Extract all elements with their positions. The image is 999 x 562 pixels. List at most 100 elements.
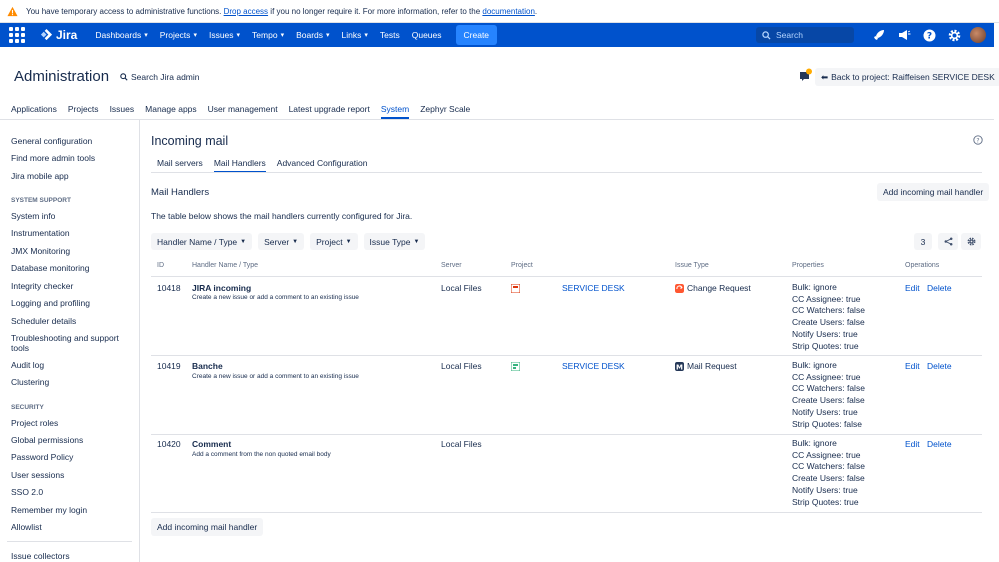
tab-user-management[interactable]: User management <box>208 104 278 119</box>
filter-issue-type[interactable]: Issue Type ▼ <box>363 233 426 250</box>
settings-icon[interactable] <box>945 26 963 44</box>
back-to-project-button[interactable]: ⬅ Back to project: Raiffeisen SERVICE DE… <box>815 68 999 86</box>
sidebar-item-project-roles[interactable]: Project roles <box>11 418 58 428</box>
tab-mail-handlers[interactable]: Mail Handlers <box>213 158 266 173</box>
tab-system[interactable]: System <box>380 104 410 119</box>
property-value: false <box>846 461 865 472</box>
tab-projects[interactable]: Projects <box>68 104 99 119</box>
sidebar-item-clustering[interactable]: Clustering <box>11 377 49 387</box>
feedback-icon[interactable] <box>799 68 813 82</box>
sidebar-item-logging-and-profiling[interactable]: Logging and profiling <box>11 298 90 308</box>
row-1-edit-link[interactable]: Edit <box>905 283 920 293</box>
table-settings-button[interactable] <box>961 233 981 250</box>
row-2-project-link[interactable]: SERVICE DESK <box>511 361 625 372</box>
chevron-down-icon: ▾ <box>193 32 197 39</box>
filter-project[interactable]: Project ▼ <box>310 233 358 250</box>
row-1-delete-link[interactable]: Delete <box>927 283 952 293</box>
search-jira-admin-link[interactable]: Search Jira admin <box>120 72 200 82</box>
property-line: Notify Users: true <box>792 407 865 419</box>
help-circle-icon[interactable]: ? <box>973 135 983 145</box>
announcement-icon[interactable] <box>895 26 913 44</box>
sidebar-item-audit-log[interactable]: Audit log <box>11 360 44 370</box>
row-divider <box>151 355 982 356</box>
nav-tempo[interactable]: Tempo ▾ <box>252 25 284 45</box>
search-input[interactable]: Search <box>756 27 854 43</box>
property-line: Create Users: false <box>792 395 865 407</box>
nav-issues[interactable]: Issues ▾ <box>209 25 240 45</box>
sidebar-item-scheduler-details[interactable]: Scheduler details <box>11 316 76 326</box>
property-key: Create Users: <box>792 395 845 406</box>
sidebar-item-troubleshooting-and-support-tools[interactable]: Troubleshooting and support tools <box>11 333 126 353</box>
app-switcher-icon[interactable] <box>9 27 25 43</box>
tab-applications[interactable]: Applications <box>11 104 57 119</box>
share-button[interactable] <box>938 233 958 250</box>
svg-text:M: M <box>676 364 683 372</box>
chevron-down-icon: ▾ <box>280 32 285 39</box>
property-key: Notify Users: <box>792 328 841 339</box>
sidebar-item-sso[interactable]: SSO 2.0 <box>11 487 43 497</box>
sidebar-item-general-configuration[interactable]: General configuration <box>11 136 92 146</box>
sidebar-item-global-permissions[interactable]: Global permissions <box>11 435 83 445</box>
column-header-properties: Properties <box>792 262 824 269</box>
tab-mail-servers[interactable]: Mail servers <box>157 158 203 173</box>
nav-queues[interactable]: Queues <box>412 25 442 45</box>
sidebar-item-password-policy[interactable]: Password Policy <box>11 452 73 462</box>
jira-logo[interactable]: Jira <box>40 28 77 42</box>
drop-access-link[interactable]: Drop access <box>224 7 268 16</box>
row-1-project-link[interactable]: SERVICE DESK <box>511 283 625 294</box>
banner-text-after: . <box>534 6 538 16</box>
share-icon <box>944 237 952 246</box>
property-value: ignore <box>813 360 837 370</box>
filter-handler-name-type[interactable]: Handler Name / Type ▼ <box>151 233 253 250</box>
nav-links-label: Links <box>341 30 362 40</box>
sidebar-item-issue-collectors[interactable]: Issue collectors <box>11 551 70 561</box>
nav-boards[interactable]: Boards ▾ <box>296 25 329 45</box>
add-incoming-mail-handler-bottom-button[interactable]: Add incoming mail handler <box>151 518 264 536</box>
sidebar-item-system-info[interactable]: System info <box>11 211 55 221</box>
property-value: ignore <box>813 282 837 292</box>
nav-tests[interactable]: Tests <box>380 25 400 45</box>
help-icon[interactable]: ? <box>920 26 938 44</box>
sidebar-item-user-sessions[interactable]: User sessions <box>11 470 64 480</box>
property-value: ignore <box>813 438 837 448</box>
property-key: Create Users: <box>792 473 845 484</box>
row-1-properties: Bulk: ignore CC Assignee: true CC Watche… <box>792 282 865 352</box>
sidebar-item-jira-mobile-app[interactable]: Jira mobile app <box>11 171 69 181</box>
nav-dashboards[interactable]: Dashboards ▾ <box>95 25 147 45</box>
documentation-link[interactable]: documentation <box>482 7 534 16</box>
row-3-delete-link[interactable]: Delete <box>927 439 952 449</box>
filter-issue-type-label: Issue Type <box>369 236 411 247</box>
back-to-project-label: Back to project: Raiffeisen SERVICE DESK <box>831 72 995 82</box>
row-3-properties: Bulk: ignore CC Assignee: true CC Watche… <box>792 438 865 508</box>
tab-advanced-configuration[interactable]: Advanced Configuration <box>277 158 368 173</box>
property-key: Bulk: <box>792 438 811 448</box>
sidebar-item-allowlist[interactable]: Allowlist <box>11 522 42 532</box>
filter-server[interactable]: Server ▼ <box>258 233 305 250</box>
row-2-issue-type-label: Mail Request <box>687 361 737 371</box>
sidebar-item-database-monitoring[interactable]: Database monitoring <box>11 263 89 273</box>
property-line: Create Users: false <box>792 473 865 485</box>
tab-manage-apps[interactable]: Manage apps <box>145 104 197 119</box>
row-3-edit-link[interactable]: Edit <box>905 439 920 449</box>
sidebar-item-instrumentation[interactable]: Instrumentation <box>11 228 70 238</box>
property-line: Notify Users: true <box>792 485 865 497</box>
tab-latest-upgrade-report[interactable]: Latest upgrade report <box>289 104 370 119</box>
sidebar-item-remember-my-login[interactable]: Remember my login <box>11 505 87 515</box>
tab-zephyr-scale[interactable]: Zephyr Scale <box>420 104 470 119</box>
user-avatar[interactable] <box>970 27 986 43</box>
nav-projects[interactable]: Projects ▾ <box>160 25 197 45</box>
sidebar-item-integrity-checker[interactable]: Integrity checker <box>11 281 73 291</box>
row-3-handler-type: Add a comment from the non quoted email … <box>192 451 331 458</box>
tab-issues[interactable]: Issues <box>110 104 135 119</box>
nav-links[interactable]: Links ▾ <box>342 25 368 45</box>
rocket-icon[interactable] <box>870 26 888 44</box>
sidebar-item-find-more-admin-tools[interactable]: Find more admin tools <box>11 153 95 163</box>
sidebar-item-jmx-monitoring[interactable]: JMX Monitoring <box>11 246 70 256</box>
nav-boards-label: Boards <box>296 30 324 40</box>
add-incoming-mail-handler-button[interactable]: Add incoming mail handler <box>877 183 990 201</box>
row-2-edit-link[interactable]: Edit <box>905 361 920 371</box>
row-2-delete-link[interactable]: Delete <box>927 361 952 371</box>
row-1-handler-name: JIRA incoming <box>192 283 252 293</box>
create-button[interactable]: Create <box>455 25 498 45</box>
property-key: Bulk: <box>792 360 811 370</box>
